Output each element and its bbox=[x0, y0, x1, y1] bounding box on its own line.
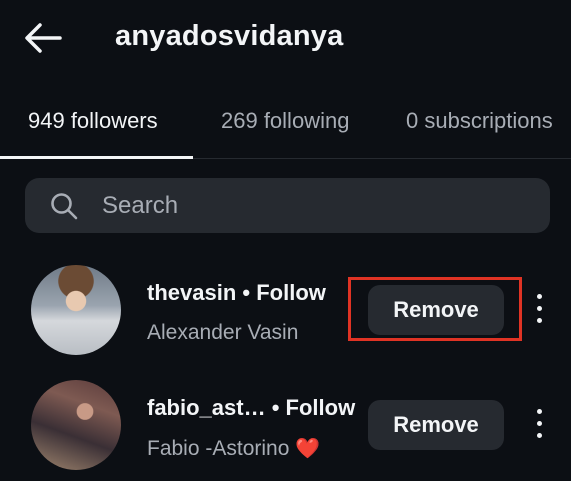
tab-followers[interactable]: 949 followers bbox=[28, 108, 158, 134]
follow-button[interactable]: Follow bbox=[256, 280, 326, 305]
active-tab-indicator bbox=[0, 156, 193, 159]
list-item: fabio_ast… • Follow Fabio -Astorino ❤️ R… bbox=[0, 375, 571, 481]
tab-subscriptions[interactable]: 0 subscriptions bbox=[406, 108, 553, 134]
remove-button[interactable]: Remove bbox=[368, 400, 504, 450]
avatar[interactable] bbox=[31, 265, 121, 355]
list-item: thevasin • Follow Alexander Vasin Remove bbox=[0, 260, 571, 370]
separator-dot: • bbox=[242, 280, 251, 305]
back-button[interactable] bbox=[22, 20, 64, 56]
tab-bar: 949 followers 269 following 0 subscripti… bbox=[0, 92, 571, 159]
heart-emoji: ❤️ bbox=[295, 438, 321, 460]
more-options-icon[interactable] bbox=[530, 409, 550, 439]
more-options-icon[interactable] bbox=[530, 294, 550, 324]
search-input[interactable]: Search bbox=[25, 178, 550, 233]
tab-following[interactable]: 269 following bbox=[221, 108, 349, 134]
follow-button[interactable]: Follow bbox=[286, 395, 356, 420]
username-line: thevasin • Follow bbox=[147, 280, 326, 306]
full-name: Fabio -Astorino ❤️ bbox=[147, 436, 320, 461]
arrow-left-icon bbox=[25, 23, 62, 53]
followers-screen: anyadosvidanya 949 followers 269 followi… bbox=[0, 0, 571, 481]
username[interactable]: thevasin bbox=[147, 280, 236, 305]
full-name: Alexander Vasin bbox=[147, 321, 299, 344]
search-icon bbox=[51, 193, 78, 220]
username-line: fabio_ast… • Follow bbox=[147, 395, 355, 421]
username[interactable]: fabio_ast… bbox=[147, 395, 266, 420]
full-name-text: Fabio -Astorino bbox=[147, 437, 290, 460]
top-bar: anyadosvidanya bbox=[0, 0, 571, 78]
search-placeholder: Search bbox=[102, 192, 179, 219]
remove-button[interactable]: Remove bbox=[368, 285, 504, 335]
separator-dot: • bbox=[271, 395, 280, 420]
page-title: anyadosvidanya bbox=[115, 20, 344, 52]
avatar[interactable] bbox=[31, 380, 121, 470]
